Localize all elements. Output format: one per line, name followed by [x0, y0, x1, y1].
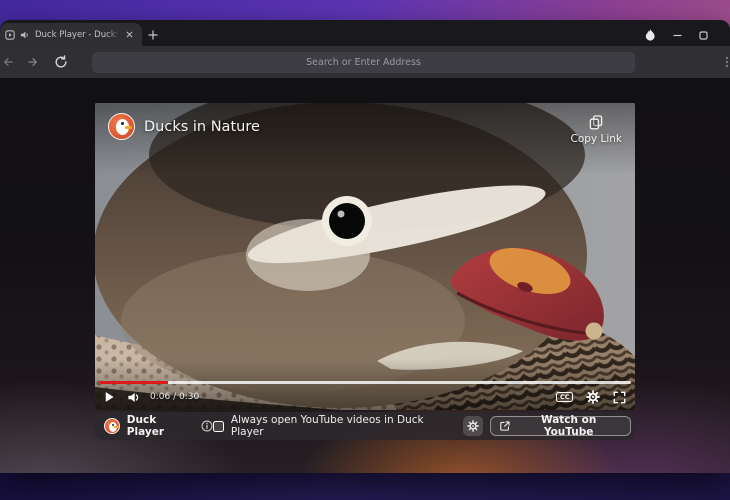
gear-icon: [586, 390, 600, 404]
navigation-bar: [0, 46, 730, 78]
tab-duck-player[interactable]: Duck Player - Ducks in Nature: [0, 23, 142, 46]
settings-gear-icon: [466, 420, 479, 432]
volume-button[interactable]: [127, 391, 141, 404]
copy-link-label: Copy Link: [570, 133, 622, 145]
reload-button[interactable]: [54, 55, 68, 69]
always-open-label: Always open YouTube videos in Duck Playe…: [230, 414, 424, 438]
ddg-logo: [108, 113, 135, 140]
ddg-logo-small: [104, 418, 120, 434]
info-icon[interactable]: [201, 420, 213, 432]
external-link-icon: [499, 421, 510, 431]
desktop-bottom-strip: [0, 470, 730, 500]
volume-icon: [128, 392, 139, 402]
tab-bar: Duck Player - Ducks in Nature: [0, 20, 730, 46]
tab-close-icon[interactable]: [122, 28, 136, 42]
duck-player-app-name: Duck Player: [126, 414, 164, 438]
watch-on-youtube-label: Watch on YouTube: [541, 414, 597, 438]
desktop-background: Duck Player - Ducks in Nature: [0, 0, 730, 500]
video-title: Ducks in Nature: [144, 118, 260, 135]
back-arrow-icon: [4, 58, 13, 66]
closed-captions-button[interactable]: CC: [556, 391, 573, 403]
forward-button[interactable]: [27, 56, 39, 68]
window-controls: [645, 29, 730, 46]
fire-icon: [645, 29, 655, 41]
play-button[interactable]: [104, 391, 115, 403]
fullscreen-button[interactable]: [613, 391, 626, 404]
duck-player-settings-button[interactable]: [462, 416, 483, 436]
overflow-menu-icon[interactable]: [721, 56, 730, 68]
duck-player-bar: Duck Player Always open YouTube videos i…: [95, 412, 635, 440]
play-icon: [105, 392, 114, 402]
video-header-overlay: Ducks in Nature Copy Link: [95, 103, 635, 175]
time-display: 0:06 / 0:30: [150, 392, 200, 402]
tab-audio-speaker-icon: [20, 30, 30, 40]
watch-on-youtube-button[interactable]: Watch on YouTube: [489, 414, 631, 438]
reload-icon: [55, 55, 67, 68]
video-controls-overlay: 0:06 / 0:30 CC: [95, 358, 635, 410]
tab-title: Duck Player - Ducks in Nature: [35, 29, 117, 40]
player-settings-button[interactable]: [586, 390, 600, 404]
address-input[interactable]: [92, 51, 635, 73]
browser-window: Duck Player - Ducks in Nature: [0, 20, 730, 473]
fire-clear-data-button[interactable]: [645, 29, 656, 42]
address-bar: [92, 51, 635, 73]
forward-arrow-icon: [28, 58, 37, 66]
copy-icon: [589, 115, 603, 130]
duck-player-page: Ducks in Nature Copy Link 0:06 / 0:30 CC…: [0, 78, 730, 473]
always-open-checkbox[interactable]: [213, 420, 224, 432]
copy-link-button[interactable]: Copy Link: [571, 114, 622, 145]
duck-player-favicon-icon: [5, 29, 15, 40]
back-button[interactable]: [2, 56, 14, 68]
minimize-button[interactable]: [673, 31, 682, 40]
new-tab-button[interactable]: [142, 23, 164, 46]
maximize-button[interactable]: [699, 31, 708, 40]
video-player[interactable]: Ducks in Nature Copy Link 0:06 / 0:30 CC: [95, 103, 635, 410]
fullscreen-icon: [613, 391, 626, 403]
